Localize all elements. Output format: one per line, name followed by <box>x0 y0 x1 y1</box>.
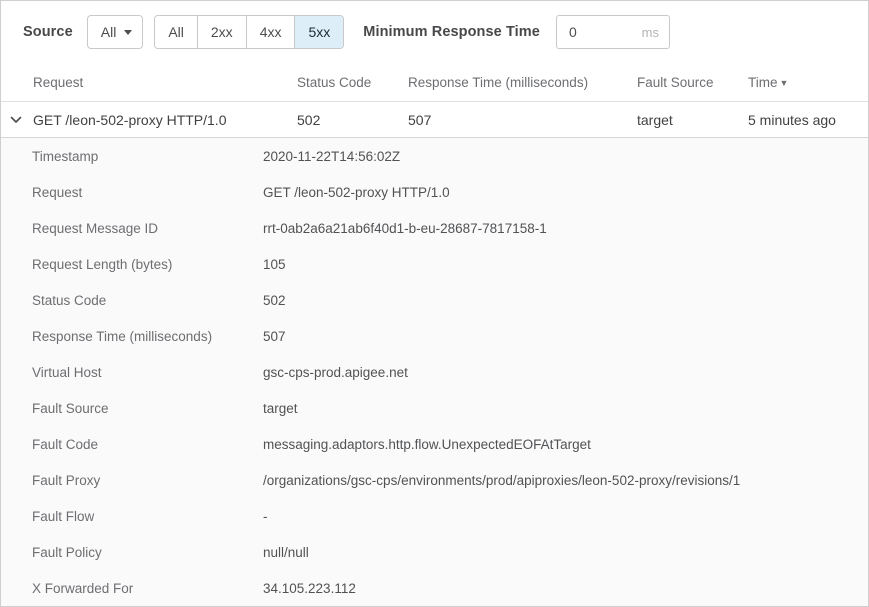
detail-row-virtual-host: Virtual Hostgsc-cps-prod.apigee.net <box>1 354 868 390</box>
detail-value: 507 <box>263 329 286 344</box>
detail-value: messaging.adaptors.http.flow.UnexpectedE… <box>263 437 591 452</box>
detail-row-request-length-bytes-: Request Length (bytes)105 <box>1 246 868 282</box>
min-response-time-input[interactable] <box>569 24 642 40</box>
detail-row-x-forwarded-for: X Forwarded For34.105.223.112 <box>1 570 868 606</box>
detail-value: rrt-0ab2a6a21ab6f40d1-b-eu-28687-7817158… <box>263 221 547 236</box>
column-header-request[interactable]: Request <box>33 75 297 90</box>
column-header-response-time[interactable]: Response Time (milliseconds) <box>408 75 637 90</box>
detail-value: - <box>263 509 268 524</box>
detail-row-fault-source: Fault Sourcetarget <box>1 390 868 426</box>
detail-row-fault-proxy: Fault Proxy/organizations/gsc-cps/enviro… <box>1 462 868 498</box>
detail-value: GET /leon-502-proxy HTTP/1.0 <box>263 185 450 200</box>
source-dropdown-value: All <box>101 24 117 40</box>
detail-label: Fault Code <box>32 437 263 452</box>
table-row[interactable]: GET /leon-502-proxy HTTP/1.0 502 507 tar… <box>1 102 868 138</box>
detail-value: 2020-11-22T14:56:02Z <box>263 149 400 164</box>
detail-label: Fault Source <box>32 401 263 416</box>
status-filter-all[interactable]: All <box>155 16 197 48</box>
source-label: Source <box>23 24 73 40</box>
detail-label: Timestamp <box>32 149 263 164</box>
api-monitoring-panel: Source All All2xx4xx5xx Minimum Response… <box>0 0 869 607</box>
detail-row-status-code: Status Code502 <box>1 282 868 318</box>
chevron-down-icon[interactable] <box>10 116 22 124</box>
source-dropdown[interactable]: All <box>87 15 144 49</box>
detail-row-response-time-milliseconds-: Response Time (milliseconds)507 <box>1 318 868 354</box>
row-response-time: 507 <box>408 112 637 128</box>
detail-label: Virtual Host <box>32 365 263 380</box>
detail-row-request-message-id: Request Message IDrrt-0ab2a6a21ab6f40d1-… <box>1 210 868 246</box>
detail-label: Fault Proxy <box>32 473 263 488</box>
row-request: GET /leon-502-proxy HTTP/1.0 <box>33 112 297 128</box>
status-filter-4xx[interactable]: 4xx <box>246 16 295 48</box>
row-fault-source: target <box>637 112 748 128</box>
detail-list: Timestamp2020-11-22T14:56:02ZRequestGET … <box>1 138 868 607</box>
ms-unit-label: ms <box>642 25 659 40</box>
table-header: Request Status Code Response Time (milli… <box>1 63 868 102</box>
filter-toolbar: Source All All2xx4xx5xx Minimum Response… <box>1 1 868 63</box>
row-status-code: 502 <box>297 112 408 128</box>
detail-row-fault-flow: Fault Flow- <box>1 498 868 534</box>
status-filter-2xx[interactable]: 2xx <box>197 16 246 48</box>
sort-desc-icon: ▼ <box>780 78 789 88</box>
min-response-time-field: ms <box>556 15 670 49</box>
detail-label: Request <box>32 185 263 200</box>
detail-value: gsc-cps-prod.apigee.net <box>263 365 408 380</box>
detail-value: 105 <box>263 257 286 272</box>
detail-row-fault-code: Fault Codemessaging.adaptors.http.flow.U… <box>1 426 868 462</box>
detail-value: /organizations/gsc-cps/environments/prod… <box>263 473 740 488</box>
detail-value: null/null <box>263 545 309 560</box>
status-filter-5xx[interactable]: 5xx <box>294 16 343 48</box>
detail-label: X Forwarded For <box>32 581 263 596</box>
detail-value: 502 <box>263 293 286 308</box>
status-filter-group: All2xx4xx5xx <box>154 15 344 49</box>
min-response-time-label: Minimum Response Time <box>363 24 540 40</box>
row-time: 5 minutes ago <box>748 112 868 128</box>
caret-down-icon <box>124 30 132 35</box>
column-header-fault-source[interactable]: Fault Source <box>637 75 748 90</box>
detail-label: Fault Flow <box>32 509 263 524</box>
detail-label: Response Time (milliseconds) <box>32 329 263 344</box>
detail-label: Fault Policy <box>32 545 263 560</box>
detail-value: target <box>263 401 298 416</box>
column-header-time[interactable]: Time▼ <box>748 75 868 90</box>
detail-label: Request Message ID <box>32 221 263 236</box>
detail-value: 34.105.223.112 <box>263 581 356 596</box>
detail-row-request: RequestGET /leon-502-proxy HTTP/1.0 <box>1 174 868 210</box>
detail-row-timestamp: Timestamp2020-11-22T14:56:02Z <box>1 138 868 174</box>
column-header-status-code[interactable]: Status Code <box>297 75 408 90</box>
detail-label: Request Length (bytes) <box>32 257 263 272</box>
detail-row-fault-policy: Fault Policynull/null <box>1 534 868 570</box>
detail-label: Status Code <box>32 293 263 308</box>
